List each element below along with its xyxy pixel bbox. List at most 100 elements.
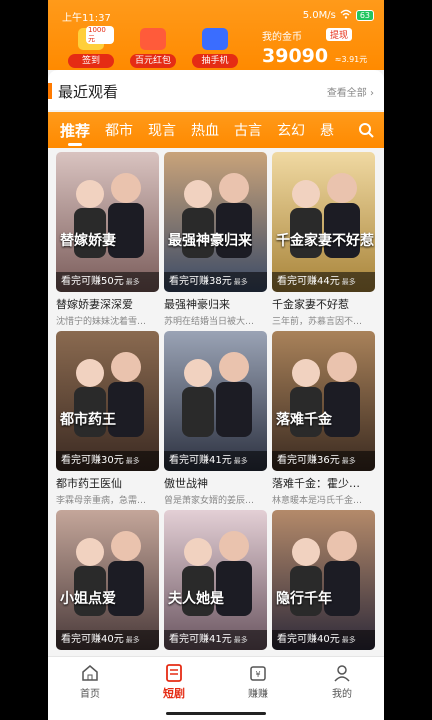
checkin-tag: 1000元 — [86, 26, 114, 44]
cover-image — [56, 510, 159, 650]
profile-icon — [334, 665, 350, 682]
status-time: 上午11:37 — [62, 13, 111, 24]
nav-earn[interactable]: ¥ 赚赚 — [216, 657, 300, 704]
tab-recommend[interactable]: 推荐 — [60, 120, 90, 146]
earn-icon: ¥ — [250, 666, 266, 681]
cover-title: 隐行千年 — [276, 591, 332, 607]
drama-card[interactable]: 看完可赚41元 最多 傲世战神 曾是萧家女婿的姜辰… — [164, 331, 267, 506]
cover-image — [272, 331, 375, 471]
app-screen: 上午11:37 5.0M/s 63 1000元 签到 百元红包 抽手机 我的金币… — [48, 0, 384, 720]
drama-cover[interactable]: 替嫁娇妻 看完可赚50元 最多 — [56, 152, 159, 292]
network-speed: 5.0M/s — [302, 10, 336, 21]
search-icon[interactable] — [358, 122, 374, 138]
phone-icon — [202, 28, 228, 50]
drama-title[interactable]: 傲世战神 — [164, 475, 267, 491]
red-packet-button[interactable]: 百元红包 — [130, 28, 176, 68]
drama-cover[interactable]: 都市药王 看完可赚30元 最多 — [56, 331, 159, 471]
earn-badge: 看完可赚40元 最多 — [272, 630, 375, 650]
earn-badge: 看完可赚40元 最多 — [56, 630, 159, 650]
drama-card[interactable]: 最强神豪归来 看完可赚38元 最多 最强神豪归来 苏明在结婚当日被大… — [164, 152, 267, 327]
recent-watched-header: 最近观看 查看全部 › — [48, 70, 384, 110]
earn-badge: 看完可赚36元 最多 — [272, 451, 375, 471]
lottery-phone-button[interactable]: 抽手机 — [192, 28, 238, 68]
tab-action[interactable]: 热血 — [191, 120, 219, 140]
red-packet-icon — [140, 28, 166, 50]
home-icon — [82, 665, 98, 681]
drama-grid: 替嫁娇妻 看完可赚50元 最多 替嫁娇妻深深爱 沈惜宁的妹妹沈着雪… 最强神豪归来… — [56, 152, 376, 685]
drama-cover[interactable]: 隐行千年 看完可赚40元 最多 — [272, 510, 375, 650]
drama-cover[interactable]: 千金家妻不好惹 看完可赚44元 最多 — [272, 152, 375, 292]
tab-urban[interactable]: 都市 — [105, 120, 133, 140]
category-tabs: 推荐 都市 现言 热血 古言 玄幻 悬 — [48, 112, 384, 148]
drama-cover[interactable]: 落难千金 看完可赚36元 最多 — [272, 331, 375, 471]
tab-fantasy[interactable]: 玄幻 — [277, 120, 305, 140]
drama-title[interactable]: 替嫁娇妻深深爱 — [56, 296, 159, 312]
cover-title: 最强神豪归来 — [168, 233, 252, 249]
drama-card[interactable]: 都市药王 看完可赚30元 最多 都市药王医仙 李霖母亲重病，急需… — [56, 331, 159, 506]
cover-image — [56, 152, 159, 292]
cover-title: 夫人她是 — [168, 591, 224, 607]
cover-title: 落难千金 — [276, 412, 332, 428]
drama-description: 林意暖本是冯氏千金… — [272, 496, 363, 506]
cover-image — [272, 510, 375, 650]
coin-amount: 39090 — [262, 45, 329, 67]
cover-image — [272, 152, 375, 292]
drama-title[interactable]: 千金家妻不好惹 — [272, 296, 375, 312]
drama-description: 苏明在结婚当日被大… — [164, 317, 255, 327]
drama-title[interactable]: 最强神豪归来 — [164, 296, 267, 312]
drama-cover[interactable]: 最强神豪归来 看完可赚38元 最多 — [164, 152, 267, 292]
checkin-label: 签到 — [68, 54, 114, 68]
reward-shortcuts: 1000元 签到 百元红包 抽手机 — [68, 26, 238, 68]
bottom-nav: 首页 短剧 ¥ 赚赚 我的 — [48, 656, 384, 704]
drama-description: 三年前，苏慕言因不… — [272, 317, 363, 327]
drama-title[interactable]: 都市药王医仙 — [56, 475, 159, 491]
checkin-button[interactable]: 1000元 签到 — [68, 26, 114, 68]
cover-title: 千金家妻不好惹 — [276, 233, 374, 249]
header-banner: 上午11:37 5.0M/s 63 1000元 签到 百元红包 抽手机 我的金币… — [48, 0, 384, 70]
cover-image — [56, 331, 159, 471]
cover-title: 替嫁娇妻 — [60, 233, 116, 249]
drama-description: 沈惜宁的妹妹沈着雪… — [56, 317, 147, 327]
earn-badge: 看完可赚44元 最多 — [272, 272, 375, 292]
drama-cover[interactable]: 小姐点爱 看完可赚40元 最多 — [56, 510, 159, 650]
drama-icon — [166, 664, 182, 682]
cover-title: 都市药王 — [60, 412, 116, 428]
svg-text:¥: ¥ — [255, 670, 260, 679]
lottery-phone-label: 抽手机 — [192, 54, 238, 68]
withdraw-button[interactable]: 提现 — [325, 28, 352, 41]
status-bar: 上午11:37 5.0M/s 63 — [48, 6, 384, 24]
tab-ancient-romance[interactable]: 古言 — [234, 120, 262, 140]
home-indicator — [166, 712, 266, 715]
view-all-link[interactable]: 查看全部 › — [327, 84, 374, 99]
drama-card[interactable]: 落难千金 看完可赚36元 最多 落难千金：霍少… 林意暖本是冯氏千金… — [272, 331, 375, 506]
cover-title: 小姐点爱 — [60, 591, 116, 607]
cover-image — [164, 510, 267, 650]
battery-icon: 63 — [355, 10, 374, 21]
nav-drama[interactable]: 短剧 — [132, 657, 216, 704]
drama-cover[interactable]: 看完可赚41元 最多 — [164, 331, 267, 471]
cover-image — [164, 152, 267, 292]
gesture-bar — [48, 704, 384, 720]
drama-card[interactable]: 千金家妻不好惹 看完可赚44元 最多 千金家妻不好惹 三年前，苏慕言因不… — [272, 152, 375, 327]
coin-label: 我的金币 — [262, 32, 302, 43]
coin-balance[interactable]: 我的金币 提现 39090 ≈3.91元 — [262, 28, 372, 67]
drama-card[interactable]: 替嫁娇妻 看完可赚50元 最多 替嫁娇妻深深爱 沈惜宁的妹妹沈着雪… — [56, 152, 159, 327]
drama-description: 李霖母亲重病，急需… — [56, 496, 147, 506]
earn-badge: 看完可赚41元 最多 — [164, 630, 267, 650]
wifi-icon — [340, 9, 352, 22]
earn-badge: 看完可赚41元 最多 — [164, 451, 267, 471]
earn-badge: 看完可赚30元 最多 — [56, 451, 159, 471]
tab-suspense[interactable]: 悬 — [320, 120, 334, 140]
recent-title: 最近观看 — [58, 83, 119, 101]
nav-profile[interactable]: 我的 — [300, 657, 384, 704]
tab-modern-romance[interactable]: 现言 — [148, 120, 176, 140]
earn-badge: 看完可赚50元 最多 — [56, 272, 159, 292]
drama-title[interactable]: 落难千金：霍少… — [272, 475, 375, 491]
earn-badge: 看完可赚38元 最多 — [164, 272, 267, 292]
drama-description: 曾是萧家女婿的姜辰… — [164, 496, 255, 506]
section-accent-bar — [48, 83, 52, 99]
cover-image — [164, 331, 267, 471]
red-packet-label: 百元红包 — [130, 54, 176, 68]
nav-home[interactable]: 首页 — [48, 657, 132, 704]
drama-cover[interactable]: 夫人她是 看完可赚41元 最多 — [164, 510, 267, 650]
